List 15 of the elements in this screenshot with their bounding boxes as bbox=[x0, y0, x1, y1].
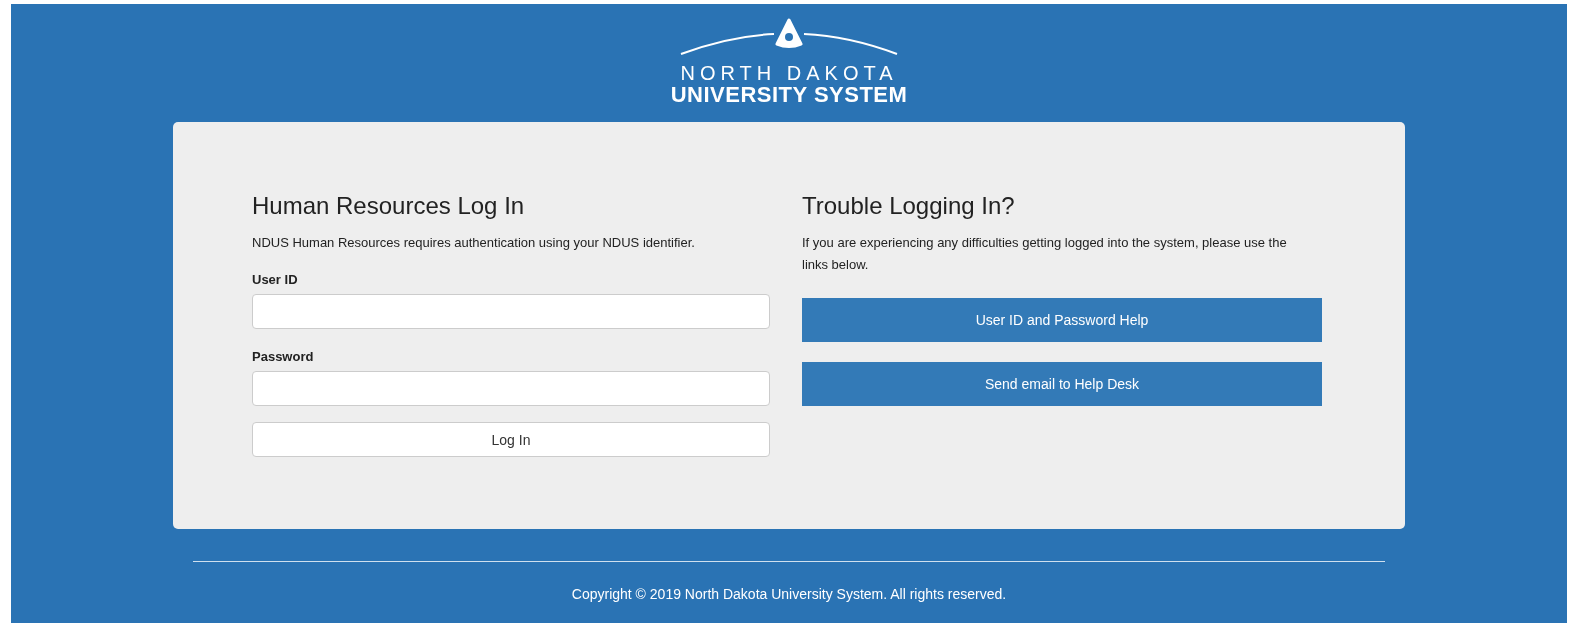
login-button[interactable]: Log In bbox=[252, 422, 770, 457]
help-title: Trouble Logging In? bbox=[802, 192, 1016, 220]
login-title: Human Resources Log In bbox=[252, 192, 526, 220]
input-field[interactable] bbox=[252, 371, 770, 406]
field-label: User ID bbox=[252, 272, 299, 287]
logo-subtitle: UNIVERSITY SYSTEM bbox=[670, 84, 908, 106]
help-intro: If you are experiencing any difficulties getting logged into the system, please use the links below. bbox=[802, 234, 1288, 274]
logo-title: NORTH DAKOTA bbox=[680, 62, 898, 84]
logo-arc-icon bbox=[679, 18, 899, 56]
login-intro: NDUS Human Resources requires authentication using your NDUS identifier. bbox=[252, 234, 696, 252]
input-field[interactable] bbox=[252, 294, 770, 329]
field-label: Password bbox=[252, 349, 315, 364]
help-button[interactable]: Send email to Help Desk bbox=[802, 362, 1322, 406]
copyright-text: Copyright © 2019 North Dakota University System. All rights reserved. bbox=[571, 586, 1007, 602]
help-button[interactable]: User ID and Password Help bbox=[802, 298, 1322, 342]
